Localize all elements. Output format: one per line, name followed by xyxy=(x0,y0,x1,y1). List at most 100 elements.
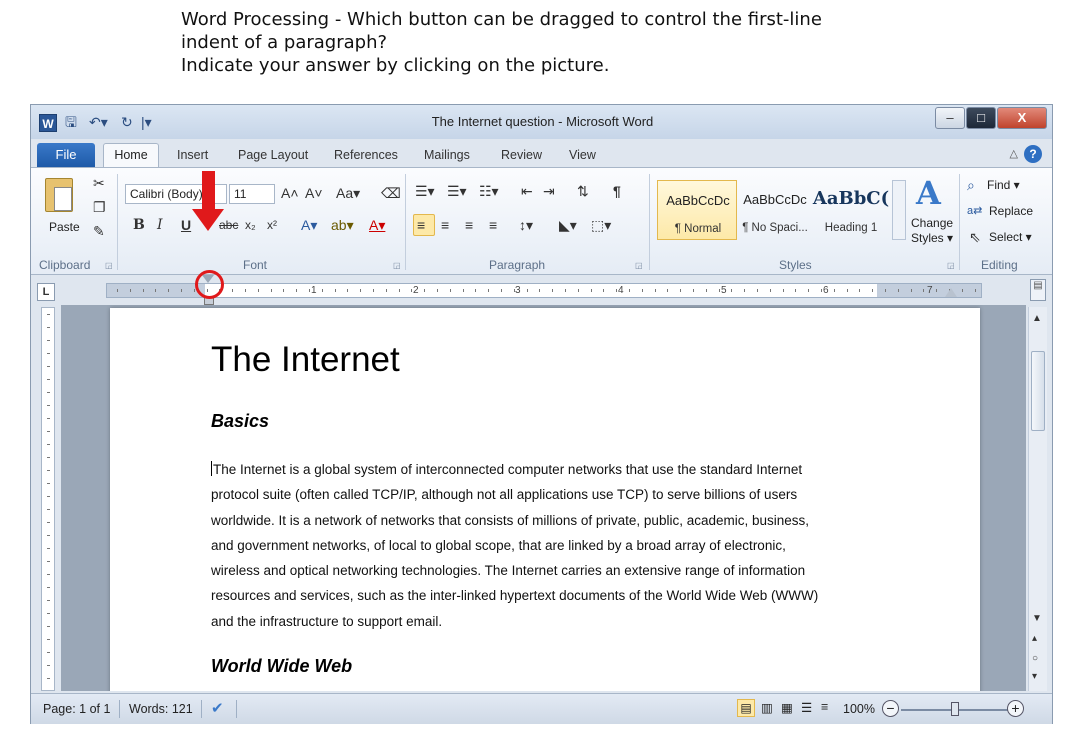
style-no-spacing[interactable]: AaBbCcDc ¶ No Spaci... xyxy=(735,180,815,240)
tab-review[interactable]: Review xyxy=(501,148,542,162)
align-left-icon: ≡ xyxy=(417,217,426,233)
style-heading-1[interactable]: AaBbC( Heading 1 xyxy=(811,180,891,240)
scroll-down-icon[interactable]: ▼ xyxy=(1032,613,1042,624)
vertical-ruler-tick xyxy=(47,405,50,406)
scroll-up-icon[interactable]: ▲ xyxy=(1032,313,1042,324)
clipboard-group-label: Clipboard xyxy=(39,258,91,272)
draft-icon[interactable]: ≡ xyxy=(821,700,828,714)
page-count[interactable]: Page: 1 of 1 xyxy=(43,702,110,716)
vertical-ruler-tick xyxy=(47,509,50,510)
ribbon: Paste ✂ ❐ ✎ Clipboard ◲ Calibri (Body) 1… xyxy=(31,167,1052,275)
select-icon[interactable]: ⇖ xyxy=(969,228,981,246)
subscript-icon[interactable]: x₂ xyxy=(245,216,256,234)
tab-mailings[interactable]: Mailings xyxy=(424,148,470,162)
tab-home[interactable]: Home xyxy=(103,143,159,168)
cut-icon[interactable]: ✂ xyxy=(93,174,105,192)
scroll-thumb[interactable] xyxy=(1031,351,1045,431)
paste-button-label[interactable]: Paste xyxy=(49,220,80,234)
vertical-scrollbar[interactable]: ▲ ▼ ▴ ○ ▾ xyxy=(1028,307,1047,691)
minimize-ribbon-icon[interactable]: △ xyxy=(1010,147,1018,160)
status-separator xyxy=(236,700,237,718)
ruler-track[interactable]: 1 2 3 4 5 6 7 xyxy=(106,283,982,298)
ruler-tick xyxy=(603,289,605,292)
previous-page-icon[interactable]: ▴ xyxy=(1032,633,1037,644)
close-button[interactable]: X xyxy=(997,107,1047,129)
tab-insert[interactable]: Insert xyxy=(177,148,208,162)
align-right-icon[interactable]: ≡ xyxy=(465,216,473,234)
question-line-2: indent of a paragraph? xyxy=(181,32,388,53)
find-button[interactable]: Find ▾ xyxy=(987,178,1020,192)
maximize-button[interactable]: □ xyxy=(966,107,996,129)
superscript-icon[interactable]: x² xyxy=(267,216,277,234)
tab-view[interactable]: View xyxy=(569,148,596,162)
minimize-button[interactable]: – xyxy=(935,107,965,129)
zoom-out-icon[interactable]: − xyxy=(882,700,899,717)
tab-selector[interactable]: L xyxy=(37,283,55,301)
change-styles-label-1[interactable]: Change xyxy=(911,216,953,230)
highlight-icon[interactable]: ab▾ xyxy=(331,216,354,234)
full-screen-reading-icon[interactable]: ▥ xyxy=(761,700,773,715)
zoom-slider-thumb[interactable] xyxy=(951,702,959,716)
ruler-tick xyxy=(705,289,707,292)
document-page[interactable]: The Internet Basics The Internet is a gl… xyxy=(110,308,980,691)
change-styles-label-2[interactable]: Styles ▾ xyxy=(911,231,953,245)
tab-references[interactable]: References xyxy=(334,148,398,162)
view-ruler-button[interactable]: ▤ xyxy=(1030,279,1046,301)
replace-button[interactable]: Replace xyxy=(989,204,1033,218)
font-color-icon[interactable]: A▾ xyxy=(369,216,385,234)
grow-font-icon[interactable]: A˄ xyxy=(281,184,299,202)
decrease-indent-icon[interactable]: ⇤ xyxy=(521,182,533,200)
numbering-icon[interactable]: ☰▾ xyxy=(447,182,467,200)
style-no-spacing-sample: AaBbCcDc xyxy=(743,192,807,207)
change-styles-icon[interactable]: A xyxy=(916,174,941,212)
tab-file[interactable]: File xyxy=(37,143,95,167)
increase-indent-icon[interactable]: ⇥ xyxy=(543,182,555,200)
next-page-icon[interactable]: ▾ xyxy=(1032,671,1037,682)
bullets-icon[interactable]: ☰▾ xyxy=(415,182,435,200)
styles-gallery-scroll[interactable] xyxy=(892,180,906,240)
question-line-1: Word Processing - Which button can be dr… xyxy=(181,9,822,30)
copy-icon[interactable]: ❐ xyxy=(93,198,106,216)
text-effects-icon[interactable]: A▾ xyxy=(301,216,317,234)
multilevel-list-icon[interactable]: ☷▾ xyxy=(479,182,499,200)
clear-formatting-icon[interactable]: ⌫ xyxy=(381,184,401,202)
shrink-font-icon[interactable]: A˅ xyxy=(305,184,323,202)
change-case-icon[interactable]: Aa▾ xyxy=(336,184,360,202)
replace-icon[interactable]: a⇄ xyxy=(967,202,982,220)
justify-icon[interactable]: ≡ xyxy=(489,216,497,234)
clipboard-launcher-icon[interactable]: ◲ xyxy=(105,261,113,270)
word-window: W 🖫 ↶▾ ↻ |▾ The Internet question - Micr… xyxy=(30,104,1053,724)
underline-button[interactable]: U xyxy=(181,216,191,234)
select-button[interactable]: Select ▾ xyxy=(989,230,1032,244)
zoom-level[interactable]: 100% xyxy=(843,702,875,716)
italic-button[interactable]: I xyxy=(157,216,163,234)
print-layout-icon[interactable]: ▤ xyxy=(737,699,755,717)
paste-icon[interactable] xyxy=(45,178,73,212)
word-count[interactable]: Words: 121 xyxy=(129,702,193,716)
align-center-icon[interactable]: ≡ xyxy=(441,216,449,234)
tab-page-layout[interactable]: Page Layout xyxy=(238,148,308,162)
horizontal-ruler: L 1 2 3 4 5 6 7 ▤ xyxy=(31,275,1052,305)
bold-button[interactable]: B xyxy=(133,216,145,234)
ruler-tick xyxy=(129,289,131,292)
paragraph-launcher-icon[interactable]: ◲ xyxy=(635,261,643,270)
format-painter-icon[interactable]: ✎ xyxy=(93,222,105,240)
ruler-tick xyxy=(181,289,182,292)
proofing-icon[interactable]: ✔ xyxy=(211,699,224,717)
line-spacing-icon[interactable]: ↕▾ xyxy=(519,216,533,234)
font-size-box[interactable]: 11 xyxy=(229,184,275,204)
font-launcher-icon[interactable]: ◲ xyxy=(393,261,401,270)
shading-icon[interactable]: ◣▾ xyxy=(559,216,577,234)
help-icon[interactable]: ? xyxy=(1024,145,1042,163)
show-formatting-icon[interactable]: ¶ xyxy=(613,182,621,200)
sort-icon[interactable]: ⇅ xyxy=(577,182,589,200)
select-browse-object-icon[interactable]: ○ xyxy=(1032,653,1038,664)
outline-icon[interactable]: ☰ xyxy=(801,700,812,715)
borders-icon[interactable]: ⬚▾ xyxy=(591,216,611,234)
find-icon[interactable]: ⌕ xyxy=(967,176,975,194)
styles-launcher-icon[interactable]: ◲ xyxy=(947,261,955,270)
right-indent-marker[interactable] xyxy=(945,288,957,297)
web-layout-icon[interactable]: ▦ xyxy=(781,700,793,715)
style-normal[interactable]: AaBbCcDc ¶ Normal xyxy=(657,180,737,240)
zoom-in-icon[interactable]: + xyxy=(1007,700,1024,717)
